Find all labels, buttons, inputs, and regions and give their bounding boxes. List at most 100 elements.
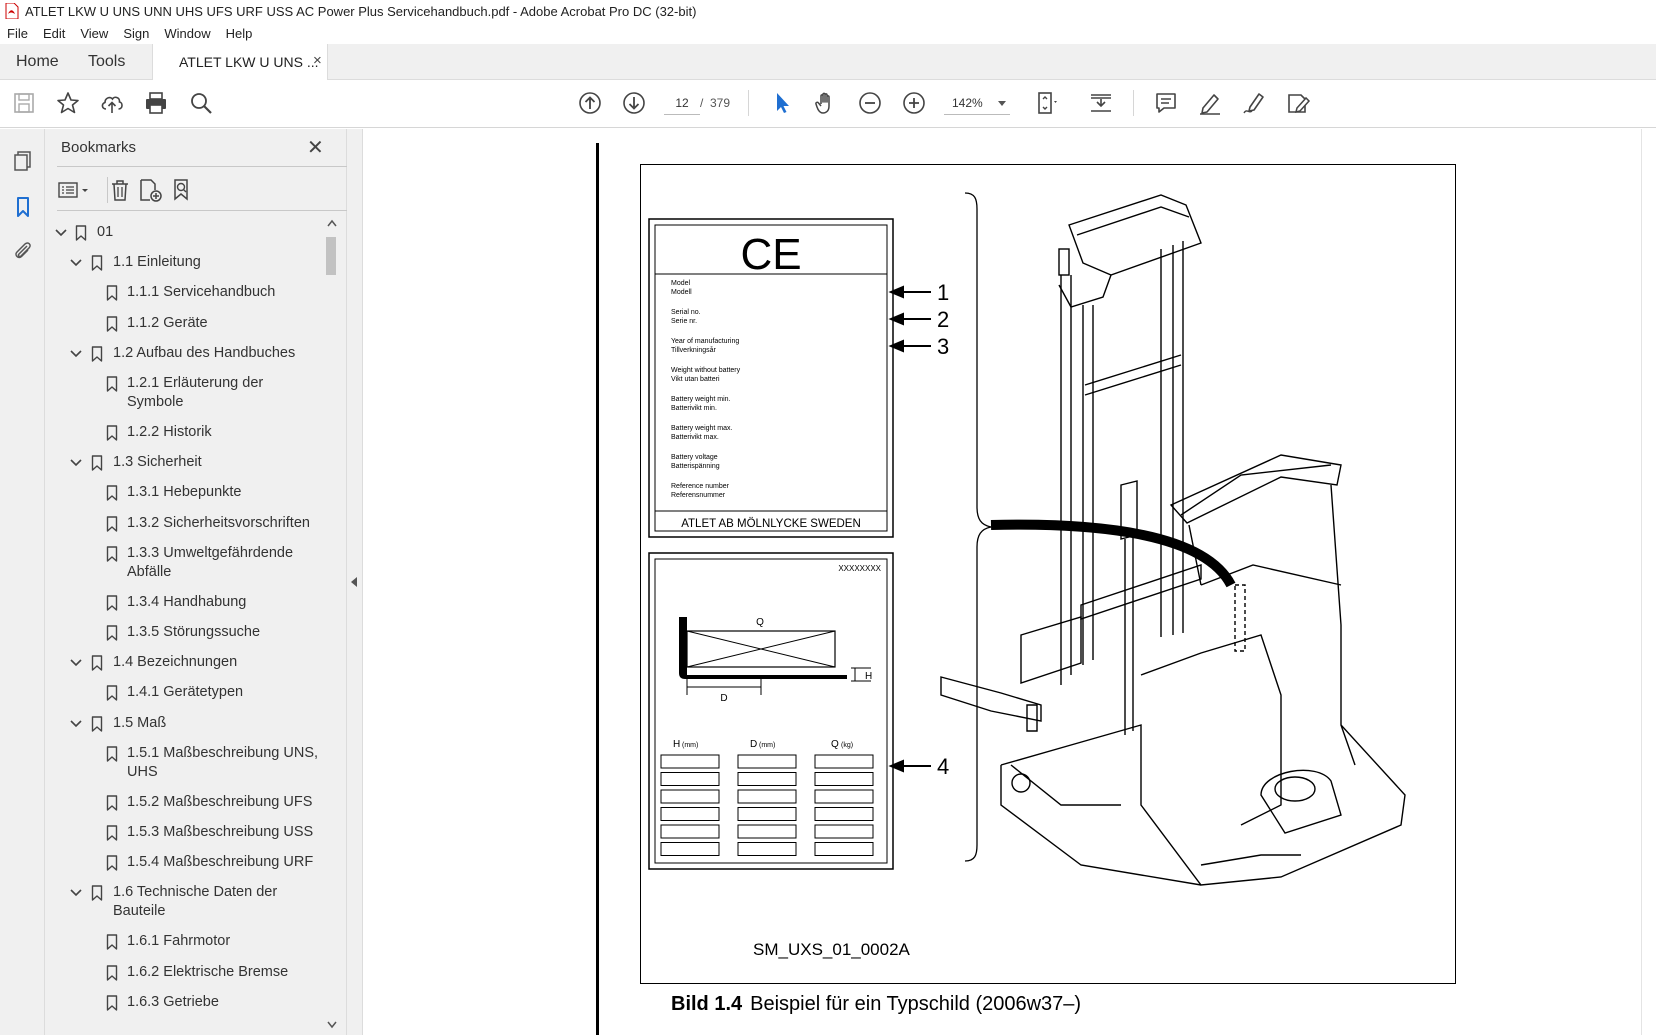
save-icon[interactable] xyxy=(11,90,37,116)
highlight-pen-icon[interactable] xyxy=(1197,90,1223,116)
zoom-dropdown[interactable]: 142% xyxy=(944,91,1010,115)
print-icon[interactable] xyxy=(143,90,169,116)
load-q-label: Q xyxy=(756,617,764,628)
bookmark-item[interactable]: 1.1 Einleitung xyxy=(113,253,201,272)
capacity-cell xyxy=(814,807,874,821)
bookmark-item[interactable]: 1.3.1 Hebepunkte xyxy=(127,483,241,502)
delete-bookmark-icon[interactable] xyxy=(107,177,133,203)
bookmark-item[interactable]: 1.5.3 Maßbeschreibung USS xyxy=(127,823,313,842)
chevron-down-icon[interactable] xyxy=(70,457,82,469)
bookmark-label: 1.1.2 Geräte xyxy=(127,314,208,331)
plate-field-label: Modell xyxy=(671,289,692,296)
bookmark-item[interactable]: 1.6.2 Elektrische Bremse xyxy=(127,963,288,982)
bookmark-item[interactable]: 1.3.2 Sicherheitsvorschriften xyxy=(127,514,310,533)
tab-close-icon[interactable]: × xyxy=(313,52,322,69)
bookmarks-title: Bookmarks xyxy=(61,139,137,156)
callout-arrows xyxy=(888,285,931,773)
tab-tools[interactable]: Tools xyxy=(88,44,125,80)
bookmark-label: 1.5.4 Maßbeschreibung URF xyxy=(127,854,314,871)
plate-field-label: Batterispänning xyxy=(671,463,720,470)
select-cursor-icon[interactable] xyxy=(769,90,795,116)
tab-home[interactable]: Home xyxy=(16,44,59,80)
scroll-mode-icon[interactable] xyxy=(1088,90,1114,116)
bookmark-item[interactable]: 1.6.3 Getriebe xyxy=(127,993,219,1012)
bookmark-icon xyxy=(106,425,118,441)
chevron-down-icon[interactable] xyxy=(70,348,82,360)
close-icon[interactable]: ✕ xyxy=(307,135,324,160)
page-total: 379 xyxy=(710,96,731,110)
bookmark-item[interactable]: 1.2 Aufbau des Handbuches xyxy=(113,344,295,363)
bookmark-item[interactable]: 1.1.1 Servicehandbuch xyxy=(127,283,275,302)
bookmark-item[interactable]: 1.2.2 Historik xyxy=(127,423,212,442)
scrollbar-thumb[interactable] xyxy=(326,237,336,275)
bookmark-icon xyxy=(106,515,118,532)
bookmark-search-icon[interactable] xyxy=(169,177,195,203)
grouping-brace xyxy=(964,192,992,862)
bookmark-item[interactable]: 1.5.2 Maßbeschreibung UFS xyxy=(127,793,312,812)
bookmark-item[interactable]: 1.3.5 Störungssuche xyxy=(127,623,260,642)
new-bookmark-icon[interactable] xyxy=(137,177,163,203)
menu-view[interactable]: View xyxy=(73,26,116,41)
bookmark-label-line2: UHS xyxy=(127,763,158,780)
chevron-down-icon[interactable] xyxy=(70,257,82,269)
bookmark-item[interactable]: 01 xyxy=(97,223,113,242)
bookmark-icon xyxy=(91,255,103,271)
zoom-out-icon[interactable] xyxy=(857,90,883,116)
star-icon[interactable] xyxy=(55,90,81,116)
menu-file[interactable]: File xyxy=(0,26,36,41)
scroll-down-icon[interactable] xyxy=(327,1021,337,1029)
bookmark-item[interactable]: 1.5 Maß xyxy=(113,714,166,733)
bookmark-item[interactable]: 1.3 Sicherheit xyxy=(113,453,202,472)
menu-sign[interactable]: Sign xyxy=(116,26,157,41)
bookmark-label: 1.5.3 Maßbeschreibung USS xyxy=(127,824,314,840)
bookmark-item[interactable]: 1.3.4 Handhabung xyxy=(127,593,246,612)
next-page-icon[interactable] xyxy=(621,90,647,116)
plate-field-label: Weight without battery xyxy=(671,367,741,374)
bookmark-label: 1.6.2 Elektrische Bremse xyxy=(127,963,289,980)
menu-window[interactable]: Window xyxy=(157,26,218,41)
comment-icon[interactable] xyxy=(1153,90,1179,116)
bookmark-item[interactable]: 1.1.2 Geräte xyxy=(127,314,208,333)
menu-help[interactable]: Help xyxy=(219,26,261,41)
bookmark-options-icon[interactable] xyxy=(57,177,91,203)
bookmark-item[interactable]: 1.5.4 Maßbeschreibung URF xyxy=(127,853,313,872)
hand-tool-icon[interactable] xyxy=(813,90,839,116)
bookmark-item[interactable]: 1.4 Bezeichnungen xyxy=(113,653,237,672)
upload-cloud-icon[interactable] xyxy=(99,90,125,116)
bookmark-item[interactable]: 1.6.1 Fahrmotor xyxy=(127,932,230,951)
previous-page-icon[interactable] xyxy=(577,90,603,116)
document-view[interactable]: CE Model Modell Serial no. Serie nr. Yea… xyxy=(363,129,1656,1035)
attachment-icon[interactable] xyxy=(11,239,35,263)
page-fit-icon[interactable] xyxy=(1033,90,1059,116)
search-icon[interactable] xyxy=(188,90,214,116)
document-scrollbar[interactable] xyxy=(1641,129,1656,1035)
chevron-down-icon[interactable] xyxy=(70,718,82,730)
sign-pen-icon[interactable] xyxy=(1241,90,1267,116)
scroll-up-icon[interactable] xyxy=(327,219,337,227)
bookmark-item[interactable]: 1.4.1 Gerätetypen xyxy=(127,683,243,702)
more-tools-icon[interactable] xyxy=(1285,90,1311,116)
bookmark-item[interactable]: 1.5.1 Maßbeschreibung UNS, UHS xyxy=(127,744,318,782)
main-toolbar xyxy=(0,80,1656,128)
zoom-in-icon[interactable] xyxy=(901,90,927,116)
bookmark-panel-icon[interactable] xyxy=(11,195,35,219)
tab-document[interactable]: ATLET LKW U UNS ... × xyxy=(152,44,328,81)
type-plate-1: CE Model Modell Serial no. Serie nr. Yea… xyxy=(648,218,894,538)
pages-thumbnail-icon[interactable] xyxy=(11,149,35,173)
bookmark-item[interactable]: 1.2.1 Erläuterung der Symbole xyxy=(127,374,263,412)
menu-edit[interactable]: Edit xyxy=(36,26,73,41)
page-separator: / xyxy=(700,96,704,110)
chevron-down-icon[interactable] xyxy=(70,657,82,669)
page-number-input[interactable]: 12 xyxy=(664,91,700,115)
type-plate-2: XXXXXXXX Q D H H (mm) D (mm) Q (kg) xyxy=(648,552,894,870)
chevron-down-icon[interactable] xyxy=(70,887,82,899)
callout-1: 1 xyxy=(937,280,949,305)
bookmark-item[interactable]: 1.3.3 Umweltgefährdende Abfälle xyxy=(127,544,293,582)
plate-field-label: Referensnummer xyxy=(671,492,726,499)
bookmark-item[interactable]: 1.6 Technische Daten der Bauteile xyxy=(113,883,277,921)
bookmark-label: 1.6.1 Fahrmotor xyxy=(127,933,231,950)
bookmark-icon xyxy=(106,315,118,332)
bookmark-scrollbar[interactable] xyxy=(323,215,340,1035)
panel-collapse-handle[interactable] xyxy=(347,129,363,1035)
chevron-down-icon[interactable] xyxy=(55,227,67,239)
